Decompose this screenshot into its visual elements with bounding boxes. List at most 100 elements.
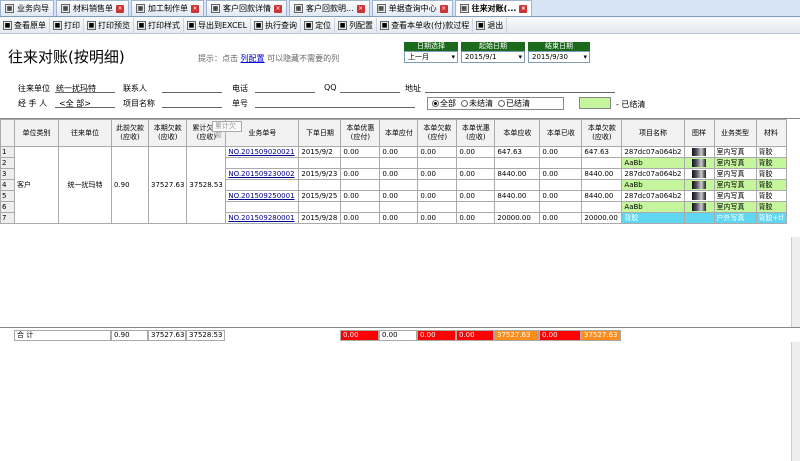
column-header[interactable]: 材料	[755, 119, 787, 147]
doc-number-link[interactable]: NO.201509250001	[225, 190, 300, 202]
column-header[interactable]: 此前欠款(应收)	[111, 119, 149, 147]
column-header[interactable]: 本单优惠(应付)	[340, 119, 381, 147]
toolbar-button-6[interactable]: ■ 执行查询	[251, 17, 302, 33]
end-date-group: 结束日期 2015/9/30	[528, 42, 590, 64]
row-number: 5	[0, 190, 15, 202]
amount-payable: 0.00	[379, 190, 419, 202]
owed-receivable: 647.63	[581, 146, 623, 158]
toolbar-button-4[interactable]: ■ 打印样式	[134, 17, 184, 33]
close-icon[interactable]: ×	[274, 4, 282, 13]
tab-label: 材料销售单	[73, 4, 113, 13]
owed-receivable	[581, 157, 623, 169]
column-header[interactable]: 本单应收	[494, 119, 541, 147]
doc-number-link[interactable]: NO.201509020021	[225, 146, 300, 158]
owed-payable	[417, 179, 458, 191]
owed-receivable	[581, 201, 623, 213]
doc-number-link[interactable]	[225, 201, 300, 213]
design-thumbnail	[683, 212, 715, 224]
tab-1[interactable]: ▦ 业务向导	[0, 0, 54, 16]
project-name: 287dc07a064b2	[621, 168, 685, 180]
end-date-field[interactable]: 2015/9/30	[528, 51, 590, 63]
close-icon[interactable]: ×	[519, 4, 528, 13]
order-date	[298, 179, 342, 191]
close-icon[interactable]: ×	[439, 4, 448, 13]
owed-payable: 0.00	[417, 146, 458, 158]
group-prev: 0.90	[111, 146, 149, 224]
toolbar-button-8[interactable]: ■ 列配置	[335, 17, 378, 33]
toolbar-button-7[interactable]: ■ 定位	[301, 17, 336, 33]
vertical-scrollbar[interactable]	[791, 237, 800, 461]
phone-field[interactable]	[255, 83, 315, 93]
column-header[interactable]	[0, 119, 15, 147]
toolbar-button-5[interactable]: ■ 导出到EXCEL	[184, 17, 252, 33]
design-thumbnail	[683, 179, 715, 191]
amount-received: 0.00	[539, 168, 583, 180]
discount-payable	[340, 157, 381, 169]
column-header[interactable]: 本单应付	[379, 119, 419, 147]
amount-payable	[379, 157, 419, 169]
toolbar-button-1[interactable]: ■ 查看原单	[0, 17, 50, 33]
amount-received: 0.00	[539, 212, 583, 224]
amount-receivable: 8440.00	[494, 168, 541, 180]
material: 背胶	[755, 157, 787, 169]
query-icon: ■	[254, 20, 264, 30]
column-config-link[interactable]: 列配置	[241, 54, 265, 63]
doc-number-link[interactable]	[225, 179, 300, 191]
toolbar-button-9[interactable]: ■ 查看本单收(付)款过程	[377, 17, 474, 33]
qq-field[interactable]	[340, 83, 400, 93]
doc-number-link[interactable]: NO.201509230002	[225, 168, 300, 180]
amount-payable: 0.00	[379, 212, 419, 224]
date-select-dropdown[interactable]: 上一月	[404, 51, 458, 63]
tab-4[interactable]: ▦ 客户回款详情 ×	[206, 0, 287, 16]
discount-receivable: 0.00	[456, 212, 496, 224]
toolbar-button-label: 打印样式	[148, 20, 180, 30]
contact-field[interactable]	[162, 83, 222, 93]
contact-label: 联系人	[123, 84, 147, 93]
total-receivable: 37527.63	[494, 330, 539, 341]
radio-open[interactable]: 未结清	[461, 98, 493, 109]
column-header[interactable]: 项目名称	[621, 119, 685, 147]
tab-bar: ▦ 业务向导 ▦ 材料销售单 × ▦ 加工制作单 × ▦ 客户回款详情 × ▦ 客户回款明... × ▦ 单据…	[0, 0, 800, 17]
doc-number-link[interactable]	[225, 157, 300, 169]
toolbar-button-2[interactable]: ■ 打印	[50, 17, 84, 33]
settled-legend-swatch	[579, 97, 611, 109]
doc-number-link[interactable]: NO.201509280001	[225, 212, 300, 224]
row-number: 1	[0, 146, 15, 158]
close-icon[interactable]: ×	[116, 4, 124, 13]
radio-closed[interactable]: 已结清	[498, 98, 530, 109]
column-header[interactable]: 图样	[683, 119, 715, 147]
tab-2[interactable]: ▦ 材料销售单 ×	[56, 0, 129, 16]
start-date-field[interactable]: 2015/9/1	[461, 51, 525, 63]
address-field[interactable]	[425, 83, 615, 93]
owed-payable: 0.00	[417, 168, 458, 180]
close-icon[interactable]: ×	[356, 4, 365, 13]
column-header[interactable]: 业务类型	[713, 119, 757, 147]
tab-3[interactable]: ▦ 加工制作单 ×	[131, 0, 204, 16]
table-row[interactable]: 1 客户 统一扰玛特 0.90 37527.63 37528.53 NO.201509020…	[0, 146, 787, 224]
tab-7[interactable]: ▦ 往来对账(... ×	[454, 0, 533, 16]
radio-all[interactable]: 全部	[432, 98, 456, 109]
toolbar-button-label: 打印预览	[98, 20, 130, 30]
amount-receivable	[494, 179, 541, 191]
tab-5[interactable]: ▦ 客户回款明... ×	[289, 0, 370, 16]
column-header[interactable]: 本单欠款(应收)	[581, 119, 623, 147]
tab-6[interactable]: ▦ 单据查询中心 ×	[371, 0, 453, 16]
toolbar-button-10[interactable]: ■ 退出	[473, 17, 508, 33]
address-label: 地址	[405, 84, 421, 93]
column-header[interactable]: 单位类别	[14, 119, 59, 147]
column-header[interactable]: 本单优惠(应收)	[456, 119, 496, 147]
toolbar-button-label: 导出到EXCEL	[198, 20, 248, 30]
column-header[interactable]: 本单已收	[539, 119, 583, 147]
owed-payable: 0.00	[417, 212, 458, 224]
column-header[interactable]: 下单日期	[298, 119, 342, 147]
column-header[interactable]: 往来单位	[58, 119, 112, 147]
group-category: 客户	[14, 146, 59, 224]
column-header[interactable]: 本单欠款(应付)	[417, 119, 458, 147]
toolbar-button-3[interactable]: ■ 打印预览	[84, 17, 134, 33]
project-field[interactable]	[162, 98, 222, 108]
close-icon[interactable]: ×	[191, 4, 199, 13]
thumbnail-image	[692, 170, 707, 178]
tab-label: 加工制作单	[148, 4, 188, 13]
column-header[interactable]: 本期欠款(应收)	[147, 119, 188, 147]
docno-field[interactable]	[255, 98, 415, 108]
